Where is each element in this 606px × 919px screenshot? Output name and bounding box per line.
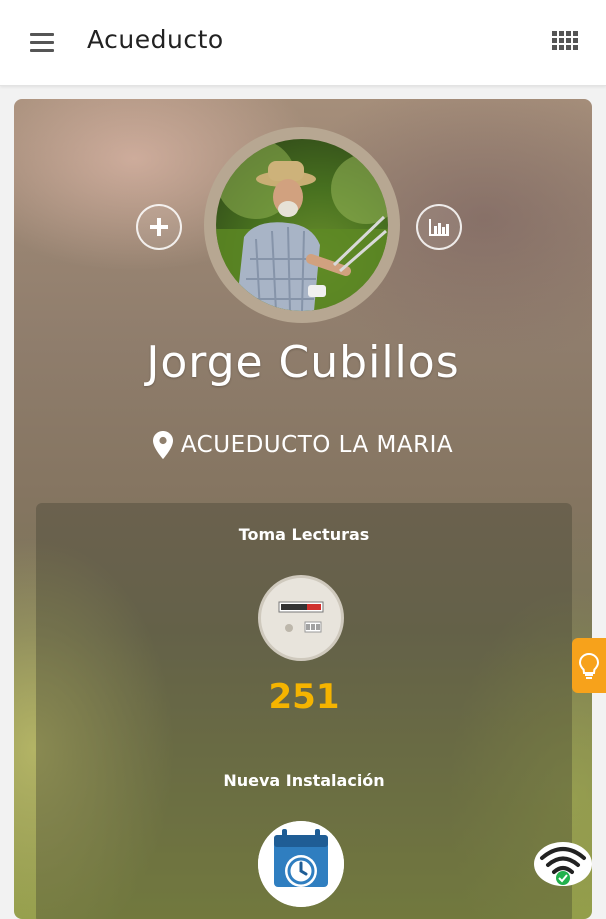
plus-icon <box>150 218 168 236</box>
stats-button[interactable] <box>416 204 462 250</box>
actions-panel: Toma Lecturas 251 Nueva Instalación <box>36 503 572 919</box>
water-meter-icon <box>278 601 324 633</box>
tip-button[interactable] <box>572 638 606 693</box>
wifi-connected-icon <box>540 847 586 885</box>
location-label: ACUEDUCTO LA MARIA <box>180 432 454 458</box>
new-installation-button[interactable] <box>258 821 344 907</box>
user-photo-gardener <box>216 139 388 311</box>
location-line: ACUEDUCTO LA MARIA <box>14 431 592 459</box>
install-title: Nueva Instalación <box>223 771 385 790</box>
lightbulb-icon <box>579 652 599 679</box>
readings-button[interactable] <box>258 575 344 661</box>
hamburger-menu-icon[interactable] <box>30 33 54 53</box>
avatar-ring <box>204 127 400 323</box>
calendar-clock-icon <box>258 821 344 907</box>
bar-chart-icon <box>429 219 449 236</box>
map-pin-icon <box>152 431 173 459</box>
app-title: Acueducto <box>87 25 224 54</box>
profile-card: Jorge Cubillos ACUEDUCTO LA MARIA Toma L… <box>14 99 592 919</box>
avatar[interactable] <box>216 139 388 311</box>
readings-count: 251 <box>268 677 340 717</box>
readings-title: Toma Lecturas <box>238 525 370 544</box>
grid-apps-icon[interactable] <box>552 31 578 51</box>
user-name: Jorge Cubillos <box>146 337 460 388</box>
app-bar: Acueducto <box>0 0 606 86</box>
connection-status[interactable] <box>534 842 592 886</box>
add-button[interactable] <box>136 204 182 250</box>
